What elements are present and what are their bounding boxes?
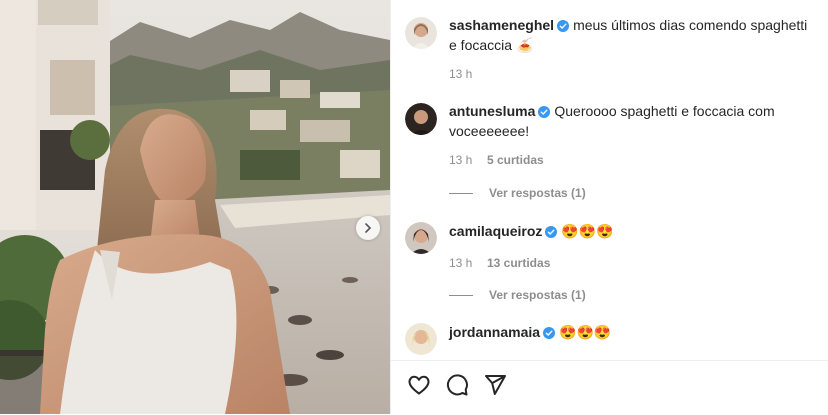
- view-replies-button[interactable]: Ver respostas (1): [449, 288, 586, 302]
- comment-icon: [446, 374, 468, 396]
- post-photo[interactable]: [0, 0, 390, 414]
- comments-panel: sashameneghel meus últimos dias comendo s…: [390, 0, 828, 414]
- post-timestamp[interactable]: 13 h: [449, 67, 472, 81]
- comment-username[interactable]: jordannamaia: [449, 324, 540, 340]
- commenter-avatar-image: [405, 103, 437, 135]
- comment-timestamp[interactable]: 13 h: [449, 256, 472, 270]
- share-button[interactable]: [483, 373, 507, 397]
- verified-badge-icon: [557, 20, 570, 32]
- replies-divider: [449, 192, 473, 194]
- share-icon: [485, 375, 506, 395]
- instagram-post-view: sashameneghel meus últimos dias comendo s…: [0, 0, 828, 414]
- heart-icon: [408, 375, 430, 395]
- like-button[interactable]: [407, 373, 431, 397]
- comment: jordannamaia 😍😍😍: [449, 322, 816, 342]
- view-replies-button[interactable]: Ver respostas (1): [449, 186, 586, 200]
- verified-badge-icon: [538, 106, 551, 118]
- avatar[interactable]: [405, 323, 437, 355]
- caption-emoji: 🍝: [515, 37, 534, 53]
- verified-badge-icon: [543, 327, 556, 339]
- comment-text: 😍😍😍: [559, 324, 612, 340]
- commenter-avatar-image: [405, 323, 437, 355]
- author-avatar-image: [405, 17, 437, 49]
- post-author-username[interactable]: sashameneghel: [449, 17, 554, 33]
- comment-username[interactable]: antunesluma: [449, 103, 535, 119]
- comment-username[interactable]: camilaqueiroz: [449, 223, 542, 239]
- comment-likes-count[interactable]: 5 curtidas: [487, 153, 544, 167]
- replies-divider: [449, 294, 473, 296]
- photo-scene: [0, 0, 390, 414]
- comment-likes-count[interactable]: 13 curtidas: [487, 256, 550, 270]
- comment-button[interactable]: [445, 373, 469, 397]
- commenter-avatar-image: [405, 222, 437, 254]
- avatar[interactable]: [405, 222, 437, 254]
- comment-likes-label: 5 curtidas: [487, 153, 544, 167]
- comment-likes-label: 13 curtidas: [487, 256, 551, 270]
- comment-text: 😍😍😍: [561, 223, 614, 239]
- post-action-bar: [391, 360, 828, 415]
- verified-badge-icon: [545, 226, 558, 238]
- chevron-right-icon: [365, 223, 372, 233]
- view-replies-label: Ver respostas (1): [489, 288, 586, 302]
- avatar[interactable]: [405, 17, 437, 49]
- comment: camilaqueiroz 😍😍😍: [449, 221, 816, 241]
- avatar[interactable]: [405, 103, 437, 135]
- comment-timestamp[interactable]: 13 h: [449, 153, 472, 167]
- comment: antunesluma Queroooo spaghetti e foccacia…: [449, 101, 816, 141]
- next-photo-button[interactable]: [356, 216, 380, 240]
- post-caption: sashameneghel meus últimos dias comendo s…: [449, 15, 816, 55]
- view-replies-label: Ver respostas (1): [489, 186, 586, 200]
